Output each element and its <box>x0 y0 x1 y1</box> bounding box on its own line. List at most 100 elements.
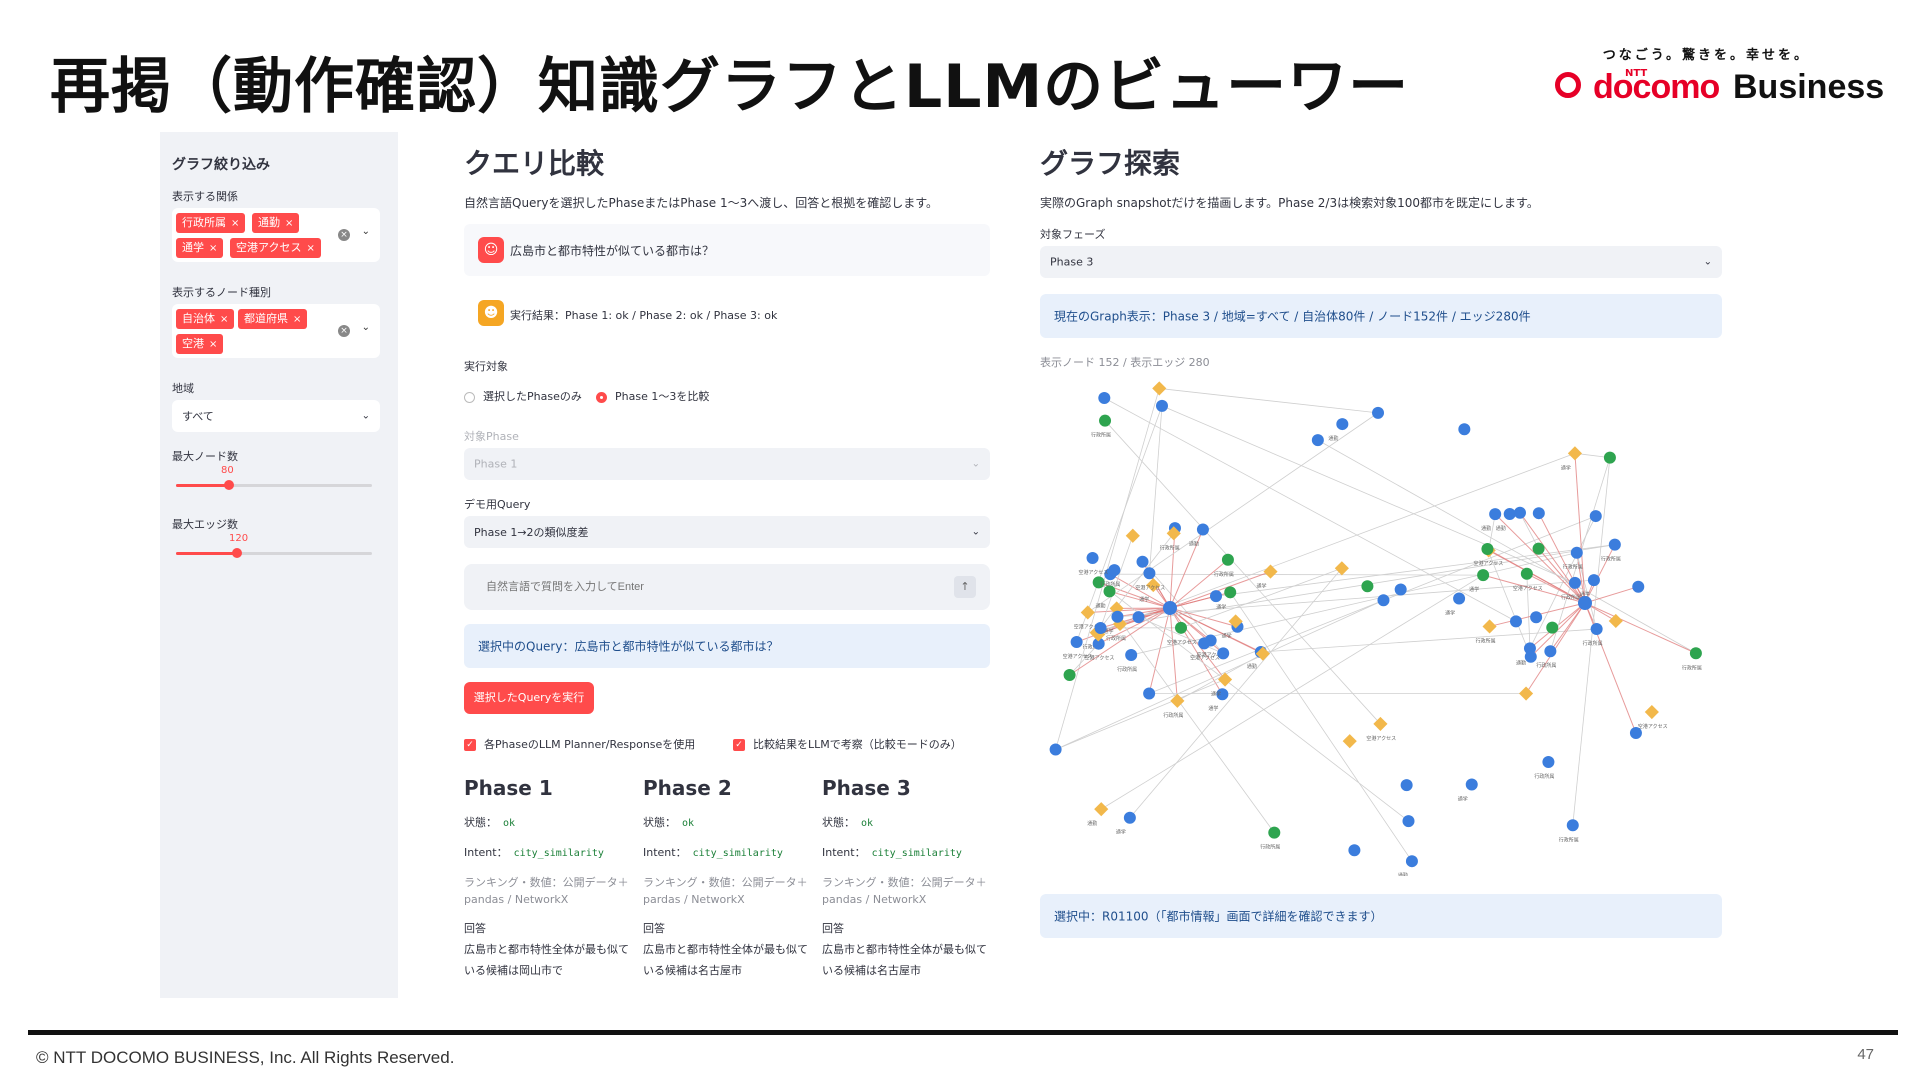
city-node[interactable] <box>1086 552 1099 565</box>
city-node[interactable] <box>1108 564 1121 577</box>
checkbox-llm-planner[interactable]: ✓ 各PhaseのLLM Planner/Responseを使用 <box>464 736 695 752</box>
prefecture-node[interactable] <box>1567 446 1582 461</box>
city-node[interactable] <box>1530 611 1543 624</box>
city-node[interactable] <box>1489 508 1502 521</box>
city-node[interactable] <box>1589 510 1602 523</box>
airport-node[interactable] <box>1268 826 1281 839</box>
city-node[interactable] <box>1377 594 1390 607</box>
airport-node[interactable] <box>1481 543 1494 556</box>
region-select[interactable]: すべて ⌄ <box>172 400 380 432</box>
airport-node[interactable] <box>1689 647 1702 660</box>
send-arrow-icon[interactable]: ↑ <box>954 576 976 598</box>
prefecture-node[interactable] <box>1125 528 1140 543</box>
check-icon[interactable]: ✓ <box>733 739 745 751</box>
chat-input[interactable] <box>484 580 888 594</box>
demo-query-select[interactable]: Phase 1→2の類似度差 ⌄ <box>464 516 990 548</box>
city-node[interactable] <box>1198 637 1211 650</box>
airport-node[interactable] <box>1099 414 1112 427</box>
node-type-chip[interactable]: 都道府県 × <box>238 309 308 329</box>
prefecture-node[interactable] <box>1080 605 1095 620</box>
city-node[interactable] <box>1070 635 1083 648</box>
chip-remove-icon[interactable]: × <box>293 314 301 325</box>
prefecture-node[interactable] <box>1518 686 1534 701</box>
city-node[interactable] <box>1544 645 1557 658</box>
city-node[interactable] <box>1348 844 1361 857</box>
relation-chip[interactable]: 通学 × <box>176 238 224 258</box>
slider-handle[interactable] <box>232 548 242 558</box>
graph-phase-select[interactable]: Phase 3 ⌄ <box>1040 246 1722 278</box>
chevron-down-icon[interactable]: ⌄ <box>362 226 370 237</box>
knowledge-graph-canvas[interactable]: 空港アクセス 空港アクセス 行政所属 通勤 通学 空港アクセス 空港アクセス 通学 空港アクセス… <box>1040 378 1724 879</box>
radio-button[interactable] <box>464 391 475 403</box>
city-node[interactable] <box>1400 779 1413 792</box>
relation-chip[interactable]: 通勤 × <box>252 213 300 233</box>
city-node[interactable] <box>1503 508 1516 521</box>
prefecture-node[interactable] <box>1263 564 1278 579</box>
max-edges-slider[interactable] <box>176 548 372 558</box>
city-node[interactable] <box>1458 423 1471 436</box>
radio-selected-phase-only[interactable]: 選択したPhaseのみ <box>464 388 582 404</box>
radio-compare-phases[interactable]: Phase 1〜3を比較 <box>596 388 709 404</box>
check-icon[interactable]: ✓ <box>464 739 476 751</box>
city-node[interactable] <box>1136 555 1149 568</box>
city-node[interactable] <box>1209 590 1222 603</box>
city-node[interactable] <box>1509 615 1522 628</box>
airport-node[interactable] <box>1477 569 1490 582</box>
city-node[interactable] <box>1524 650 1537 663</box>
city-node[interactable] <box>1405 855 1418 868</box>
city-node[interactable] <box>1513 506 1526 519</box>
airport-node[interactable] <box>1221 553 1234 566</box>
city-node[interactable] <box>1453 592 1466 605</box>
clear-icon[interactable]: × <box>338 229 350 241</box>
chip-remove-icon[interactable]: × <box>231 218 239 229</box>
city-node[interactable] <box>1311 434 1324 447</box>
city-node[interactable] <box>1568 576 1581 589</box>
radio-button[interactable] <box>596 391 607 403</box>
city-node[interactable] <box>1587 574 1600 587</box>
node-types-multiselect[interactable]: 自治体 × 都道府県 × 空港 × × ⌄ <box>172 304 380 358</box>
city-node[interactable] <box>1123 811 1136 824</box>
airport-node[interactable] <box>1520 567 1533 580</box>
city-node[interactable] <box>1196 523 1209 536</box>
airport-node[interactable] <box>1175 621 1188 634</box>
city-node[interactable] <box>1570 546 1583 559</box>
city-node[interactable] <box>1542 755 1555 768</box>
relations-multiselect[interactable]: 行政所属 × 通勤 × 通学 × 空港アクセス × × ⌄ <box>172 208 380 262</box>
node-type-chip[interactable]: 自治体 × <box>176 309 235 329</box>
city-node[interactable] <box>1566 819 1579 832</box>
city-node[interactable] <box>1372 406 1385 419</box>
target-phase-select[interactable]: Phase 1 ⌄ <box>464 448 990 480</box>
chip-remove-icon[interactable]: × <box>220 314 228 325</box>
airport-node[interactable] <box>1532 542 1545 555</box>
prefecture-node[interactable] <box>1608 613 1623 629</box>
chip-remove-icon[interactable]: × <box>209 339 217 350</box>
chat-input-box[interactable]: ↑ <box>464 564 990 610</box>
chip-remove-icon[interactable]: × <box>209 243 217 254</box>
hub-city-node[interactable] <box>1163 601 1177 615</box>
chip-remove-icon[interactable]: × <box>285 218 293 229</box>
city-node[interactable] <box>1143 567 1156 580</box>
city-node[interactable] <box>1629 727 1642 740</box>
airport-node[interactable] <box>1546 621 1559 634</box>
max-nodes-slider[interactable] <box>176 480 372 490</box>
city-node[interactable] <box>1532 507 1545 520</box>
airport-node[interactable] <box>1361 580 1374 593</box>
airport-node[interactable] <box>1224 586 1237 599</box>
city-node[interactable] <box>1632 580 1645 593</box>
prefecture-node[interactable] <box>1342 734 1357 749</box>
city-node[interactable] <box>1111 610 1124 623</box>
city-node[interactable] <box>1394 583 1407 596</box>
city-node[interactable] <box>1608 538 1621 551</box>
city-node[interactable] <box>1094 621 1107 634</box>
hub-city-node[interactable] <box>1578 596 1592 610</box>
city-node[interactable] <box>1590 623 1603 636</box>
prefecture-node[interactable] <box>1094 802 1109 817</box>
airport-node[interactable] <box>1063 668 1076 681</box>
city-node[interactable] <box>1465 778 1478 791</box>
city-node[interactable] <box>1098 392 1111 405</box>
city-node[interactable] <box>1336 418 1349 431</box>
relation-chip[interactable]: 行政所属 × <box>176 213 246 233</box>
city-node[interactable] <box>1143 687 1156 700</box>
chip-remove-icon[interactable]: × <box>306 243 314 254</box>
slider-handle[interactable] <box>224 480 234 490</box>
